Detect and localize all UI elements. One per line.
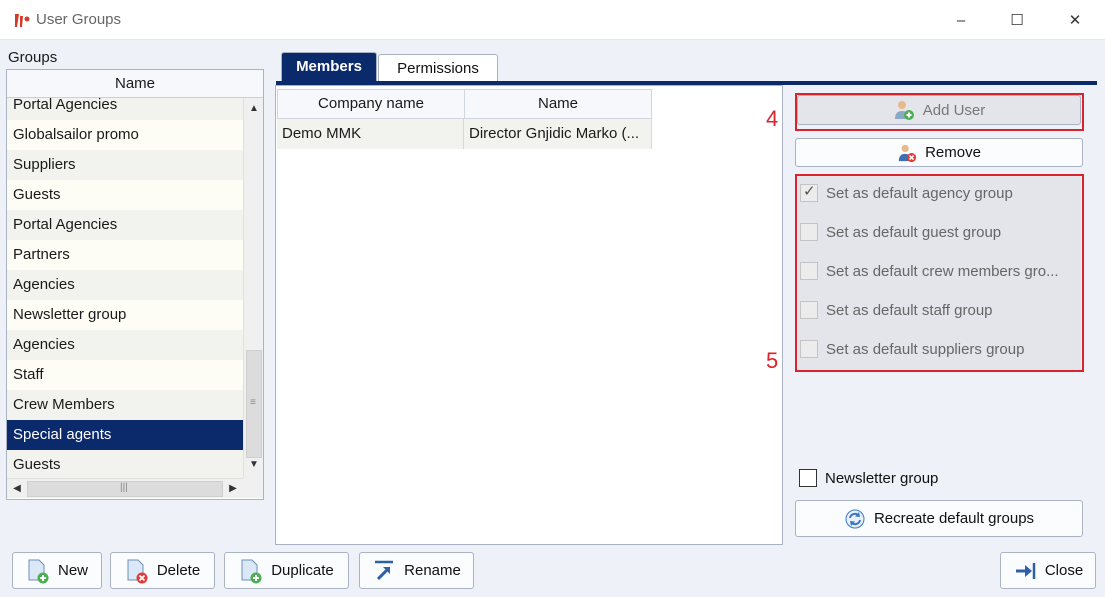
groups-vertical-scrollbar[interactable]: ▲ ≡ ▼ (243, 98, 263, 478)
groups-list: Name Portal Agencies Globalsailor promo Su… (6, 69, 264, 500)
rename-icon (375, 560, 394, 580)
column-header-name[interactable]: Name (464, 89, 652, 119)
list-item[interactable]: Guests (7, 180, 243, 210)
annotation-number-5: 5 (766, 348, 779, 373)
list-item[interactable]: Newsletter group (7, 300, 243, 330)
remove-user-icon (898, 144, 917, 162)
groups-label: Groups (8, 49, 58, 66)
delete-button[interactable]: Delete (110, 552, 215, 589)
new-label: New (57, 562, 88, 579)
duplicate-document-icon (241, 559, 262, 583)
scroll-up-icon[interactable]: ▲ (244, 100, 264, 118)
groups-column-header[interactable]: Name (7, 70, 263, 98)
list-item[interactable]: Suppliers (7, 150, 243, 180)
list-item[interactable]: Staff (7, 360, 243, 390)
list-item[interactable]: Agencies (7, 330, 243, 360)
rename-button[interactable]: Rename (359, 552, 474, 589)
close-icon: ✕ (1068, 12, 1082, 29)
dialog-body: Groups Name Portal Agencies Globalsailor … (0, 40, 1105, 597)
tab-permissions[interactable]: Permissions (378, 54, 498, 81)
scroll-corner (243, 478, 263, 498)
annotation-number-4: 4 (766, 106, 779, 131)
remove-label: Remove (925, 144, 981, 161)
column-header-company[interactable]: Company name (277, 89, 465, 119)
scroll-thumb[interactable]: ≡ (246, 350, 262, 458)
list-item[interactable]: Agencies (7, 270, 243, 300)
duplicate-label: Duplicate (271, 562, 334, 579)
list-item[interactable]: Globalsailor promo (7, 120, 243, 150)
title-bar: User Groups – ☐ ✕ (0, 0, 1105, 40)
members-table: Company name Name Demo MMK Director Gnji… (275, 85, 783, 545)
annotation-frame-4 (795, 93, 1084, 131)
groups-list-viewport: Portal Agencies Globalsailor promo Supplie… (7, 98, 243, 478)
newsletter-label: Newsletter group (825, 469, 939, 487)
table-cell-name[interactable]: Director Gnjidic Marko (... (464, 119, 652, 149)
tab-members[interactable]: Members (281, 52, 377, 81)
scroll-thumb-horizontal[interactable]: ||| (27, 481, 223, 497)
list-item[interactable]: Guests (7, 450, 243, 478)
scroll-left-icon[interactable]: ◀ (8, 479, 26, 499)
scroll-down-icon[interactable]: ▼ (244, 456, 264, 474)
maximize-button[interactable]: ☐ (994, 0, 1040, 40)
refresh-icon (845, 509, 865, 528)
rename-label: Rename (404, 562, 461, 579)
delete-label: Delete (156, 562, 201, 579)
newsletter-checkbox-box[interactable] (799, 469, 817, 487)
delete-document-icon (127, 559, 148, 583)
maximize-icon: ☐ (1010, 12, 1024, 29)
recreate-default-groups-button[interactable]: Recreate default groups (795, 500, 1083, 537)
list-item[interactable]: Crew Members (7, 390, 243, 420)
list-item[interactable]: Portal Agencies (7, 98, 243, 120)
groups-horizontal-scrollbar[interactable]: ◀ ||| ▶ (7, 478, 243, 498)
annotation-frame-5 (795, 174, 1084, 372)
list-item[interactable]: Special agents (7, 420, 243, 450)
new-document-icon (28, 559, 49, 583)
close-button[interactable]: Close (1000, 552, 1096, 589)
duplicate-button[interactable]: Duplicate (224, 552, 349, 589)
minimize-button[interactable]: – (938, 0, 984, 40)
table-cell-company[interactable]: Demo MMK (277, 119, 464, 149)
app-logo-icon (15, 14, 30, 27)
close-label: Close (1044, 562, 1084, 579)
list-item[interactable]: Partners (7, 240, 243, 270)
close-window-button[interactable]: ✕ (1052, 0, 1098, 40)
remove-user-button[interactable]: Remove (795, 138, 1083, 167)
scroll-right-icon[interactable]: ▶ (224, 479, 242, 499)
newsletter-group-checkbox[interactable]: Newsletter group (799, 467, 938, 489)
window-title: User Groups (36, 11, 122, 28)
new-button[interactable]: New (12, 552, 102, 589)
close-arrow-icon (1015, 562, 1036, 579)
minimize-icon: – (956, 11, 966, 29)
recreate-label: Recreate default groups (873, 510, 1035, 527)
list-item[interactable]: Portal Agencies (7, 210, 243, 240)
